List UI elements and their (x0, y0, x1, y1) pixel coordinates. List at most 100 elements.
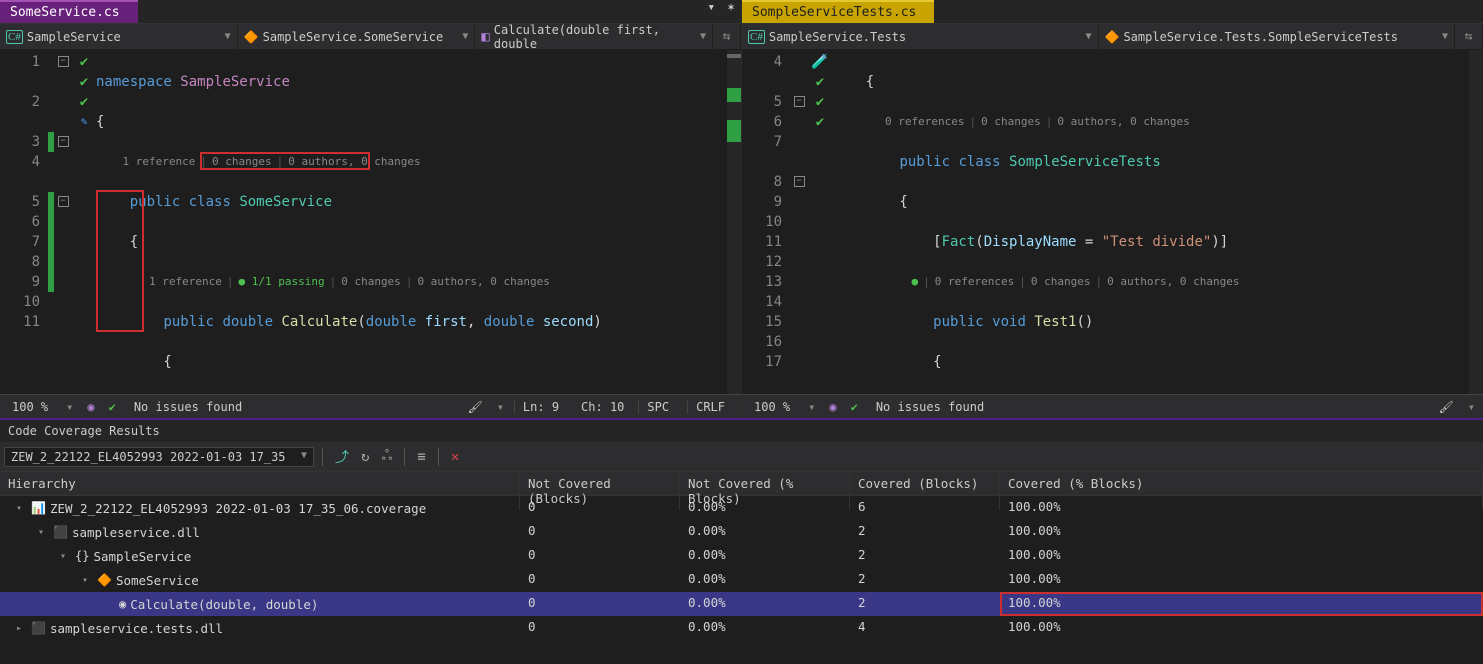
cursor-col[interactable]: Ch: 10 (577, 400, 628, 414)
coverage-cell: 0 (520, 592, 680, 616)
cursor-line[interactable]: Ln: 9 (514, 400, 567, 414)
swap-icon: ⇆ (723, 29, 731, 44)
pin-icon[interactable]: ▾ (701, 0, 721, 23)
class-icon: 🔶 (1105, 30, 1120, 44)
flask-pass-icon: 🧪 (808, 52, 832, 72)
check-icon: ✔ (808, 92, 832, 112)
swap-button[interactable]: ⇆ (713, 24, 741, 49)
coverage-row[interactable]: ▾{} SampleService00.00%2100.00% (0, 544, 1483, 568)
fold-toggle[interactable]: − (58, 136, 69, 147)
gear-icon[interactable]: ✶ (721, 0, 741, 23)
coverage-cell: 0.00% (680, 544, 850, 568)
expand-toggle[interactable]: ▾ (60, 551, 71, 562)
refresh-icon[interactable]: ↻ (357, 447, 373, 467)
coverage-cell: 2 (850, 592, 1000, 616)
scroll-overview[interactable] (727, 50, 741, 394)
nav-member[interactable]: ◧Calculate(double first, double▼ (475, 24, 713, 49)
grid-header: Hierarchy Not Covered (Blocks) Not Cover… (0, 472, 1483, 496)
csharp-icon: C# (6, 30, 23, 44)
coverage-cell: 0 (520, 616, 680, 640)
tab-label: SompleServiceTests.cs (752, 5, 916, 20)
status-bar-left: 100 % ▾ ◉ ✔ No issues found 🖌▾ Ln: 9 Ch:… (0, 394, 741, 418)
expand-toggle[interactable]: ▾ (82, 575, 93, 586)
nav-scope[interactable]: C#SampleService.Tests▼ (742, 24, 1099, 49)
expand-toggle[interactable]: ▾ (38, 527, 49, 538)
coverage-row[interactable]: ◉ Calculate(double, double)00.00%2100.00… (0, 592, 1483, 616)
chevron-down-icon: ▼ (462, 31, 468, 42)
panel-title: Code Coverage Results (0, 420, 1483, 442)
ab-icon[interactable]: ◉ (829, 400, 836, 414)
ab-icon[interactable]: ◉ (87, 400, 94, 414)
code-editor-right[interactable]: 4 567 891011121314151617 − − 🧪 ✔ ✔ ✔ { 0… (742, 50, 1483, 394)
nav-type[interactable]: 🔶SampleService.Tests.SompleServiceTests▼ (1099, 24, 1456, 49)
coverage-cell: 4 (850, 616, 1000, 640)
coverage-cell: 0.00% (680, 616, 850, 640)
check-icon: ✔ (105, 400, 120, 414)
merge-icon[interactable]: ஃ (377, 446, 396, 468)
coverage-cell: 0 (520, 496, 680, 520)
node-label: sampleservice.tests.dll (50, 621, 223, 636)
coverage-row[interactable]: ▾ 📊 ZEW_2_22122_EL4052993 2022-01-03 17_3… (0, 496, 1483, 520)
tab-tests[interactable]: SompleServiceTests.cs (742, 0, 934, 23)
brush-icon[interactable]: 🖌 (1435, 400, 1458, 414)
chevron-down-icon[interactable]: ▾ (804, 400, 819, 414)
node-icon: 📊 (31, 501, 46, 515)
coverage-grid[interactable]: Hierarchy Not Covered (Blocks) Not Cover… (0, 472, 1483, 664)
code-editor-left[interactable]: 1 2 34 567891011 − − − ✔ ✔ ✔ ✎ namespace… (0, 50, 741, 394)
coverage-session-dropdown[interactable]: ZEW_2_22122_EL4052993 2022-01-03 17_35▼ (4, 447, 314, 467)
chevron-down-icon: ▼ (225, 31, 231, 42)
node-label: SomeService (116, 573, 199, 588)
fold-toggle[interactable]: − (58, 196, 69, 207)
line-numbers: 4 567 891011121314151617 (742, 50, 790, 394)
test-marker-gutter: 🧪 ✔ ✔ ✔ (808, 50, 832, 394)
brush-icon[interactable]: 🖌 (463, 400, 486, 414)
check-icon: ✔ (847, 400, 862, 414)
coverage-cell: 0.00% (680, 496, 850, 520)
eol-mode[interactable]: CRLF (687, 400, 733, 414)
node-icon: ⬛ (53, 525, 68, 539)
coverage-cell: 2 (850, 568, 1000, 592)
swap-icon: ⇆ (1465, 29, 1473, 44)
fold-toggle[interactable]: − (794, 176, 805, 187)
expand-toggle[interactable]: ▾ (16, 503, 27, 514)
code-content[interactable]: namespace SampleService { 1 reference|0 … (96, 50, 727, 394)
swap-button[interactable]: ⇆ (1455, 24, 1483, 49)
coverage-row[interactable]: ▾🔶 SomeService00.00%2100.00% (0, 568, 1483, 592)
issues-status[interactable]: No issues found (872, 400, 988, 414)
scroll-overview[interactable] (1469, 50, 1483, 394)
node-label: Calculate(double, double) (130, 597, 318, 612)
check-icon: ✔ (72, 52, 96, 72)
left-editor-pane: SomeService.cs ▾ ✶ C#SampleService▼ 🔶Sam… (0, 0, 742, 418)
nav-scope[interactable]: C#SampleService▼ (0, 24, 238, 49)
highlight-icon[interactable]: ≡ (413, 447, 429, 467)
fold-toggle[interactable]: − (58, 56, 69, 67)
zoom-level[interactable]: 100 % (750, 400, 794, 414)
fold-gutter: − − − (54, 50, 72, 394)
coverage-cell: 0 (520, 544, 680, 568)
fold-gutter: − − (790, 50, 808, 394)
node-label: ZEW_2_22122_EL4052993 2022-01-03 17_35_0… (50, 501, 426, 516)
node-label: sampleservice.dll (72, 525, 200, 540)
chevron-down-icon[interactable]: ▾ (62, 400, 77, 414)
coverage-row[interactable]: ▸⬛ sampleservice.tests.dll00.00%4100.00% (0, 616, 1483, 640)
delete-icon[interactable]: ✕ (447, 447, 463, 467)
indent-mode[interactable]: SPC (638, 400, 677, 414)
tab-label: SomeService.cs (10, 5, 120, 20)
issues-status[interactable]: No issues found (130, 400, 246, 414)
node-label: SampleService (93, 549, 191, 564)
coverage-cell: 0.00% (680, 520, 850, 544)
coverage-row[interactable]: ▾⬛ sampleservice.dll00.00%2100.00% (0, 520, 1483, 544)
expand-toggle[interactable]: ▸ (16, 623, 27, 634)
export-icon[interactable]: ⤴ (331, 445, 353, 469)
chevron-down-icon: ▼ (1085, 31, 1091, 42)
check-icon: ✔ (808, 72, 832, 92)
tab-someservice[interactable]: SomeService.cs (0, 0, 138, 23)
tab-bar-right: SompleServiceTests.cs (742, 0, 1483, 24)
node-icon: 🔶 (97, 573, 112, 587)
nav-type[interactable]: 🔶SampleService.SomeService▼ (238, 24, 476, 49)
edit-icon: ✎ (72, 112, 96, 132)
coverage-cell: 0 (520, 568, 680, 592)
code-content[interactable]: { 0 references|0 changes|0 authors, 0 ch… (832, 50, 1469, 394)
zoom-level[interactable]: 100 % (8, 400, 52, 414)
fold-toggle[interactable]: − (794, 96, 805, 107)
